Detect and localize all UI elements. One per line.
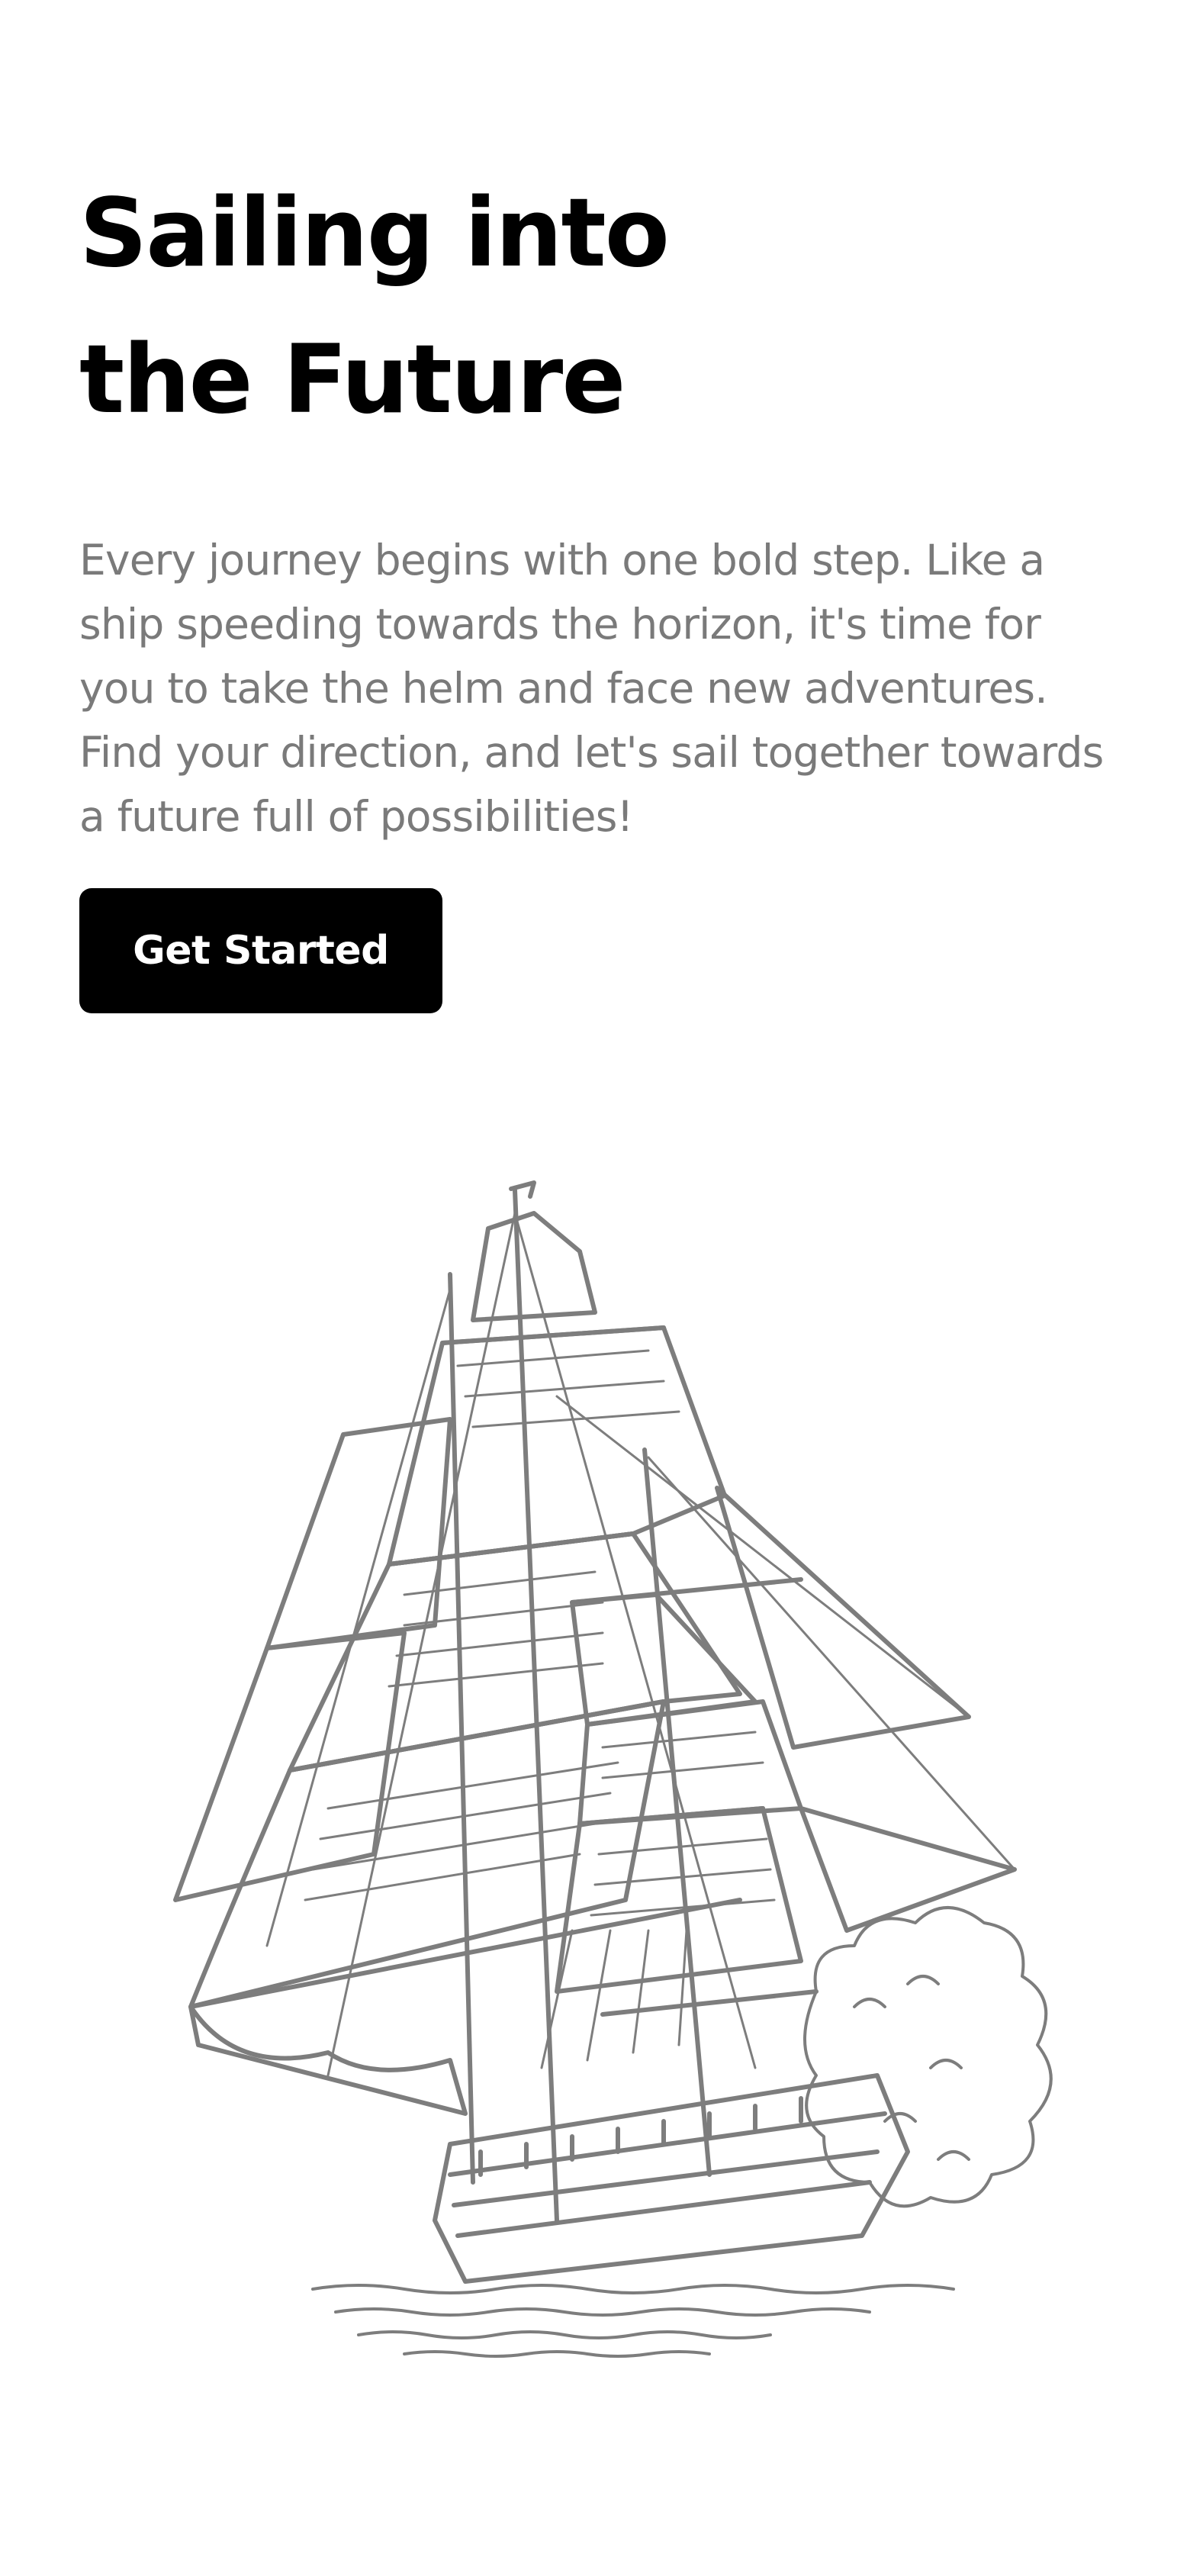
cannon-smoke bbox=[803, 1906, 1053, 2208]
sailing-ship-illustration bbox=[173, 1180, 1053, 2358]
hero-title: Sailing into the Future bbox=[79, 160, 1117, 453]
ship-rigging bbox=[265, 1212, 1016, 2077]
ship-hull bbox=[433, 2073, 910, 2284]
hero-section: Sailing into the Future Every journey be… bbox=[79, 160, 1117, 848]
get-started-button[interactable]: Get Started bbox=[79, 888, 442, 1013]
hero-description: Every journey begins with one bold step.… bbox=[79, 536, 1104, 841]
hero-title-line-1: Sailing into bbox=[79, 179, 670, 288]
water-lines bbox=[311, 2284, 955, 2358]
hero-title-line-2: the Future bbox=[79, 325, 626, 435]
